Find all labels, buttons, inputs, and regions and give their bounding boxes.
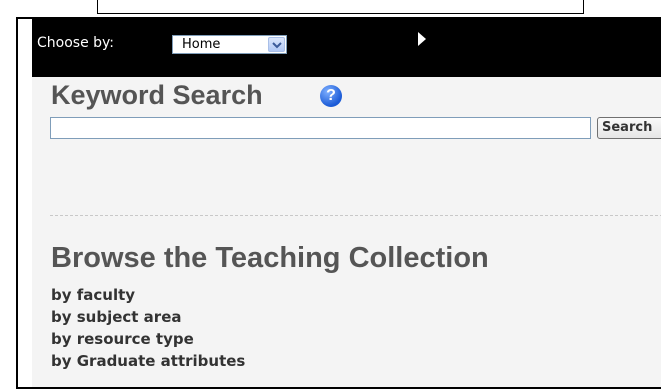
browse-link-faculty[interactable]: by faculty: [51, 284, 245, 306]
browse-link-subject-area[interactable]: by subject area: [51, 306, 245, 328]
divider: [50, 215, 661, 216]
go-arrow-icon[interactable]: [418, 32, 426, 46]
top-box: [97, 0, 584, 14]
chooser-label: Choose by:: [37, 35, 115, 51]
chooser-select[interactable]: Home: [172, 35, 287, 54]
chevron-down-icon[interactable]: [268, 37, 285, 52]
browse-link-graduate-attributes[interactable]: by Graduate attributes: [51, 350, 245, 372]
help-icon[interactable]: ?: [320, 85, 342, 107]
page-frame: Choose by: Home Keyword Search ? Search …: [0, 0, 661, 389]
main-content: Keyword Search ? Search Browse the Teach…: [32, 77, 661, 387]
search-button[interactable]: Search: [597, 117, 661, 139]
chooser-select-value: Home: [182, 37, 221, 52]
content-frame: Choose by: Home Keyword Search ? Search …: [16, 17, 661, 389]
keyword-search-title: Keyword Search: [51, 80, 263, 110]
browse-links: by faculty by subject area by resource t…: [51, 284, 245, 372]
chooser-bar: Choose by: Home: [32, 19, 661, 77]
browse-title: Browse the Teaching Collection: [51, 242, 489, 274]
keyword-search-input[interactable]: [50, 117, 591, 139]
browse-link-resource-type[interactable]: by resource type: [51, 328, 245, 350]
